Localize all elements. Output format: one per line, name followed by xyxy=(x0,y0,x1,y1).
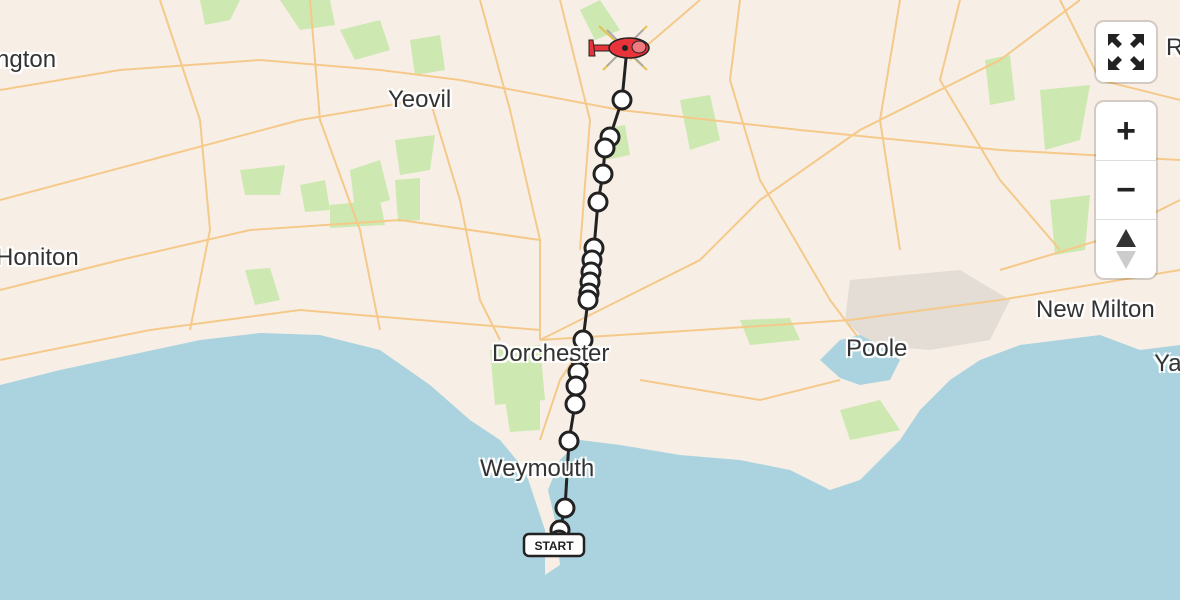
zoom-control: + − xyxy=(1096,102,1156,278)
place-label-honiton: Honiton xyxy=(0,244,79,271)
place-label-r: R xyxy=(1166,34,1180,61)
place-label-dorchester: Dorchester xyxy=(492,340,610,367)
fullscreen-control xyxy=(1096,22,1156,82)
fullscreen-icon xyxy=(1108,34,1144,70)
start-label: START xyxy=(534,539,574,553)
waypoint-marker xyxy=(577,289,599,311)
waypoint-marker xyxy=(611,89,633,111)
waypoint-marker xyxy=(592,163,614,185)
waypoint-marker xyxy=(558,430,580,452)
place-label-yeovil: Yeovil xyxy=(388,86,452,113)
place-label-weymouth: Weymouth xyxy=(480,455,595,482)
zoom-out-button[interactable]: − xyxy=(1096,160,1156,219)
waypoint-marker xyxy=(594,137,616,159)
map-canvas[interactable]: START xyxy=(0,0,1180,600)
reset-bearing-button[interactable] xyxy=(1096,219,1156,278)
waypoint-marker xyxy=(554,497,576,519)
fullscreen-button[interactable] xyxy=(1096,22,1156,82)
place-label-ngton: ngton xyxy=(0,46,57,73)
zoom-in-button[interactable]: + xyxy=(1096,102,1156,160)
place-label-poole: Poole xyxy=(846,335,908,362)
waypoint-marker xyxy=(565,375,587,397)
place-label-new-milton: New Milton xyxy=(1036,296,1155,323)
place-label-ya: Ya xyxy=(1154,350,1180,377)
compass-icon xyxy=(1116,229,1136,269)
start-badge: START xyxy=(522,532,586,558)
waypoint-marker xyxy=(564,393,586,415)
waypoint-marker xyxy=(587,191,609,213)
